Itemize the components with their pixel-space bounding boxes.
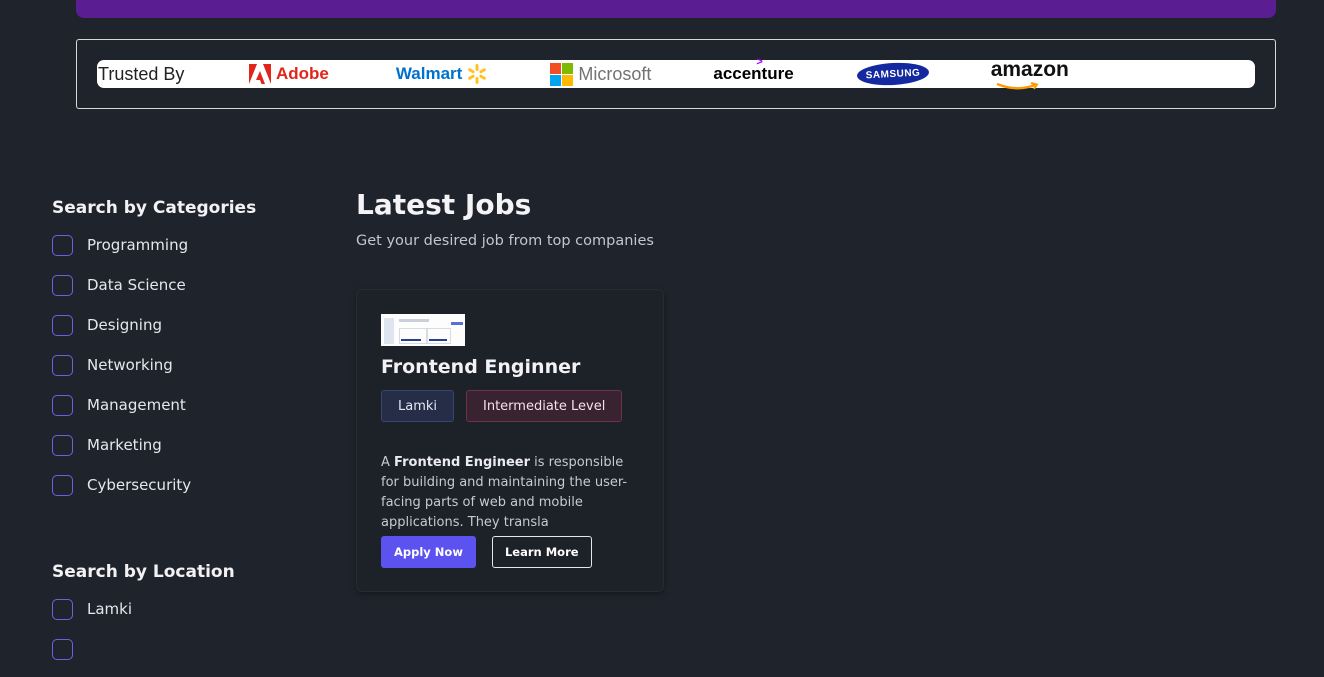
location-title: Search by Location [52,562,235,582]
microsoft-logo-text: Microsoft [578,63,652,84]
microsoft-grid-icon [550,62,574,86]
category-checkbox[interactable] [52,394,73,416]
latest-jobs-header: Latest Jobs Get your desired job from to… [356,188,654,249]
location-checkbox[interactable] [52,638,73,660]
job-actions: Apply Now Learn More [381,536,592,568]
category-checkbox[interactable] [52,274,73,296]
accenture-chevron-icon: > [756,56,763,68]
adobe-logo-text: Adobe [276,64,329,83]
location-label: Lamki [87,600,133,618]
location-checkbox[interactable] [52,598,73,620]
job-tags: Lamki Intermediate Level [381,390,623,422]
category-label: Marketing [87,436,162,454]
latest-jobs-subtitle: Get your desired job from top companies [356,233,654,249]
location-filter-section: Search by Location Lamki [52,562,312,677]
category-filter-list: Programming Data Science Designing Netwo… [52,233,312,497]
job-description: A Frontend Engineer is responsible for b… [381,453,643,533]
category-label: Data Science [87,276,186,294]
samsung-logo: SAMSUNG [856,60,930,88]
amazon-smile-icon [996,82,1039,90]
accenture-logo: > accenture [713,56,794,88]
walmart-logo-text: Walmart [395,64,463,83]
category-label: Designing [87,316,162,334]
trusted-by-label: Trusted By [98,63,185,84]
hero-banner-bottom [76,0,1276,18]
trusted-by-strip: Trusted By Adobe Walmart Microsoft > acc… [97,56,1255,90]
job-title: Frontend Enginner [381,356,581,378]
location-option[interactable] [52,637,312,661]
category-label: Cybersecurity [87,476,192,494]
company-logo [381,314,465,346]
category-option-management[interactable]: Management [52,393,312,417]
category-option-programming[interactable]: Programming [52,233,312,257]
walmart-logo: Walmart [396,60,488,88]
job-card: Frontend Enginner Lamki Intermediate Lev… [356,289,664,592]
category-option-networking[interactable]: Networking [52,353,312,377]
adobe-icon [249,64,271,84]
category-checkbox[interactable] [52,354,73,376]
job-level-badge: Intermediate Level [466,390,623,422]
category-checkbox[interactable] [52,474,73,496]
accenture-logo-text: accenture [713,64,794,83]
adobe-logo: Adobe [249,60,329,88]
category-label: Management [87,396,186,414]
trusted-by-section: Trusted By Adobe Walmart Microsoft > acc… [76,39,1276,109]
category-checkbox[interactable] [52,434,73,456]
latest-jobs-title: Latest Jobs [356,188,532,221]
category-checkbox[interactable] [52,314,73,336]
category-option-designing[interactable]: Designing [52,313,312,337]
location-option-lamki[interactable]: Lamki [52,597,312,621]
microsoft-logo: Microsoft [550,60,651,88]
location-filter-list: Lamki [52,597,312,661]
category-label: Programming [87,236,189,254]
category-label: Networking [87,356,173,374]
job-location-badge: Lamki [381,390,455,422]
amazon-logo: amazon [990,56,1069,90]
job-description-highlight: Frontend Engineer [394,455,531,470]
category-checkbox[interactable] [52,234,73,256]
learn-more-button[interactable]: Learn More [491,536,592,568]
category-option-marketing[interactable]: Marketing [52,433,312,457]
category-option-data-science[interactable]: Data Science [52,273,312,297]
walmart-spark-icon [468,64,487,84]
job-description-prefix: A [381,455,390,470]
filters-sidebar: Search by Categories Programming Data Sc… [52,198,312,660]
category-option-cybersecurity[interactable]: Cybersecurity [52,473,312,497]
samsung-logo-text: SAMSUNG [856,61,930,87]
apply-now-button[interactable]: Apply Now [381,536,476,568]
amazon-logo-text: amazon [990,58,1069,81]
categories-title: Search by Categories [52,198,257,218]
